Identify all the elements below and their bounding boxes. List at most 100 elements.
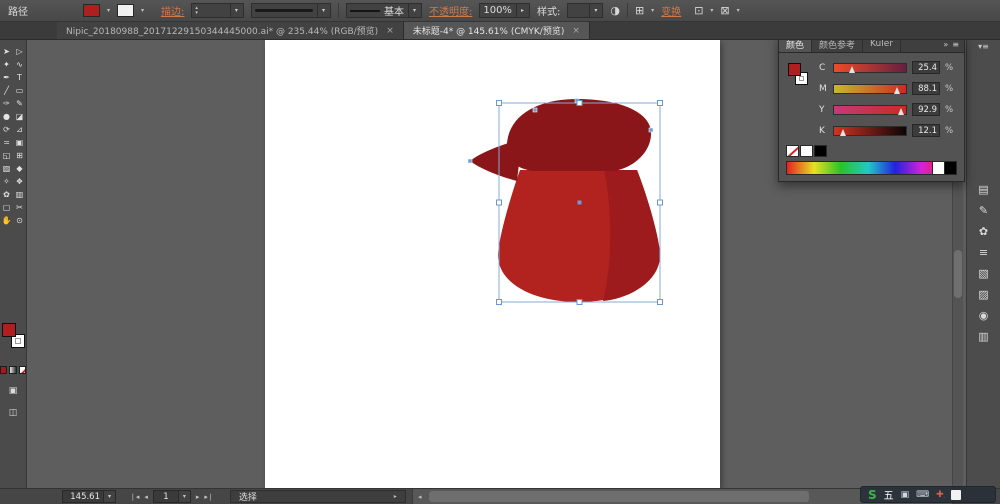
fill-dropdown-icon[interactable]: ▾	[107, 7, 110, 14]
opacity-combo[interactable]: 100% ▸	[479, 3, 530, 18]
horizontal-scrollbar-thumb[interactable]	[429, 491, 809, 502]
spectrum-black-cell[interactable]	[944, 162, 956, 174]
none-swatch[interactable]	[786, 145, 799, 157]
cyan-value-field[interactable]: 25.4	[912, 61, 940, 74]
spectrum-white-cell[interactable]	[932, 162, 944, 174]
panel-menu-icon[interactable]: ≡	[952, 40, 959, 49]
more-panels-icon[interactable]: »	[943, 40, 948, 49]
last-artboard-icon[interactable]: ▸❘	[204, 493, 213, 501]
color-spectrum-bar[interactable]	[786, 161, 957, 175]
status-menu-icon[interactable]: ▸	[394, 493, 397, 500]
opacity-value[interactable]: 100%	[483, 5, 512, 16]
scale-tool[interactable]: ⊿	[13, 123, 26, 136]
transparency-panel-icon[interactable]: ▨	[973, 284, 995, 305]
black-value-field[interactable]: 12.1	[912, 124, 940, 137]
document-tab-untitled4[interactable]: 未标题-4* @ 145.61% (CMYK/预览) ×	[404, 22, 590, 39]
rectangle-tool[interactable]: ▭	[13, 84, 26, 97]
selection-handle[interactable]	[658, 300, 663, 305]
artboard-tool[interactable]: ▢	[0, 201, 13, 214]
anchor-point[interactable]	[533, 108, 537, 112]
stroke-dropdown-icon[interactable]: ▾	[141, 7, 144, 14]
chevron-down-icon[interactable]: ▾	[589, 4, 599, 17]
free-transform-tool[interactable]: ▣	[13, 136, 26, 149]
ime-logo[interactable]: S	[868, 488, 877, 502]
chevron-down-icon[interactable]: ▾	[408, 4, 418, 17]
mesh-tool[interactable]: ▨	[0, 162, 13, 175]
screen-mode-button[interactable]: ◫	[0, 408, 26, 418]
black-swatch[interactable]	[814, 145, 827, 157]
eraser-tool[interactable]: ◪	[13, 110, 26, 123]
magenta-value-field[interactable]: 88.1	[912, 82, 940, 95]
slider-handle[interactable]	[840, 129, 846, 136]
anchor-point[interactable]	[649, 128, 653, 132]
blob-brush-tool[interactable]: ●	[0, 110, 13, 123]
zoom-tool[interactable]: ⊙	[13, 214, 26, 227]
opacity-link[interactable]: 不透明度:	[429, 3, 472, 18]
paintbrush-tool[interactable]: ✑	[0, 97, 13, 110]
selection-handle[interactable]	[497, 200, 502, 205]
slider-handle[interactable]	[894, 87, 900, 94]
stroke-weight-combo[interactable]: ▴▾ ▾	[191, 3, 244, 18]
ime-settings-icon[interactable]	[951, 490, 961, 500]
width-tool[interactable]: ≍	[0, 136, 13, 149]
chevron-down-icon[interactable]: ▾	[230, 4, 240, 17]
scroll-left-icon[interactable]: ◂	[413, 489, 427, 504]
next-artboard-icon[interactable]: ▸	[196, 493, 200, 501]
symbols-panel-icon[interactable]: ✿	[973, 221, 995, 242]
chevron-down-icon[interactable]: ▾	[710, 7, 713, 14]
pencil-tool[interactable]: ✎	[13, 97, 26, 110]
yellow-value-field[interactable]: 92.9	[912, 103, 940, 116]
brush-definition-combo[interactable]: 基本 ▾	[346, 3, 422, 18]
selection-handle[interactable]	[497, 300, 502, 305]
anchor-point[interactable]	[468, 159, 472, 163]
document-setup-icon[interactable]: ⊞	[635, 4, 644, 17]
perspective-grid-tool[interactable]: ⊞	[13, 149, 26, 162]
chevron-down-icon[interactable]: ▾	[317, 4, 327, 17]
fill-proxy-swatch[interactable]	[2, 323, 16, 337]
ime-mode-label[interactable]: 五	[884, 487, 894, 502]
artwork-shape-spout[interactable]	[470, 141, 521, 181]
gradient-button[interactable]	[9, 366, 16, 374]
selection-handle[interactable]	[658, 101, 663, 106]
artboard-number-combo[interactable]: 1 ▾	[153, 490, 191, 503]
first-artboard-icon[interactable]: ❘◂	[130, 493, 139, 501]
drawing-mode-button[interactable]: ▣	[0, 386, 26, 396]
selection-handle[interactable]	[658, 200, 663, 205]
brushes-panel-icon[interactable]: ✎	[973, 200, 995, 221]
ime-toolbox-icon[interactable]: ✚	[936, 490, 944, 500]
direct-selection-tool[interactable]: ▷	[13, 45, 26, 58]
previous-artboard-icon[interactable]: ◂	[144, 493, 148, 501]
blend-tool[interactable]: ❖	[13, 175, 26, 188]
white-swatch[interactable]	[800, 145, 813, 157]
ime-skin-icon[interactable]: ▣	[901, 490, 910, 500]
vertical-scrollbar-thumb[interactable]	[954, 250, 962, 298]
slice-tool[interactable]: ✂	[13, 201, 26, 214]
fill-color-swatch[interactable]	[83, 4, 100, 17]
panel-fill-stroke-proxy[interactable]	[787, 63, 813, 91]
color-button[interactable]	[0, 366, 7, 374]
chevron-down-icon[interactable]: ▾	[104, 490, 116, 503]
layers-panel-icon[interactable]: ▥	[973, 326, 995, 347]
swatches-panel-icon[interactable]: ▤	[973, 179, 995, 200]
recolor-artwork-icon[interactable]: ◑	[610, 4, 620, 17]
close-icon[interactable]: ×	[572, 26, 580, 36]
magic-wand-tool[interactable]: ✦	[0, 58, 13, 71]
collapse-panels-icon[interactable]: ▾≡	[978, 42, 989, 51]
zoom-combo[interactable]: 145.61 ▾	[62, 490, 116, 503]
lasso-tool[interactable]: ∿	[13, 58, 26, 71]
align-icon[interactable]: ⊡	[694, 4, 703, 17]
gradient-panel-icon[interactable]: ▧	[973, 263, 995, 284]
symbol-sprayer-tool[interactable]: ✿	[0, 188, 13, 201]
stroke-panel-icon[interactable]: ≡	[973, 242, 995, 263]
eyedropper-tool[interactable]: ✧	[0, 175, 13, 188]
ime-keyboard-icon[interactable]: ⌨	[916, 490, 929, 500]
appearance-panel-icon[interactable]: ◉	[973, 305, 995, 326]
selection-handle[interactable]	[497, 101, 502, 106]
panel-fill-swatch[interactable]	[788, 63, 801, 76]
black-slider[interactable]	[833, 126, 907, 136]
chevron-down-icon[interactable]: ▾	[737, 7, 740, 14]
slider-handle[interactable]	[849, 66, 855, 73]
none-button[interactable]	[19, 366, 26, 374]
chevron-right-icon[interactable]: ▸	[516, 4, 526, 17]
zoom-value-field[interactable]: 145.61	[62, 490, 104, 503]
